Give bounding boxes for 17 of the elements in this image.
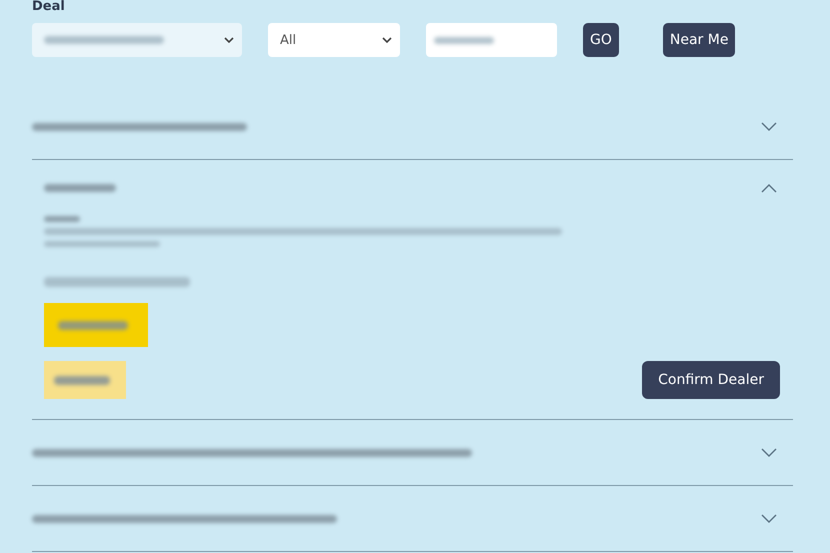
search-field[interactable] <box>426 23 557 57</box>
blurred-text <box>434 36 494 44</box>
chevron-up-icon[interactable] <box>761 183 777 193</box>
chevron-down-icon[interactable] <box>761 122 777 132</box>
blurred-text <box>58 320 128 330</box>
near-me-button[interactable]: Near Me <box>662 23 736 57</box>
type-select[interactable]: All <box>268 23 400 57</box>
dealer-label: Deal <box>32 0 65 14</box>
dropdown-caret-icon <box>224 37 234 43</box>
blurred-text <box>44 184 116 192</box>
blurred-text <box>44 216 80 222</box>
go-button[interactable]: GO <box>583 23 619 57</box>
confirm-dealer-button[interactable]: Confirm Dealer <box>642 361 780 399</box>
chevron-down-icon[interactable] <box>761 448 777 458</box>
chevron-down-icon[interactable] <box>761 514 777 524</box>
dropdown-caret-icon <box>382 37 392 43</box>
blurred-text <box>54 376 110 384</box>
